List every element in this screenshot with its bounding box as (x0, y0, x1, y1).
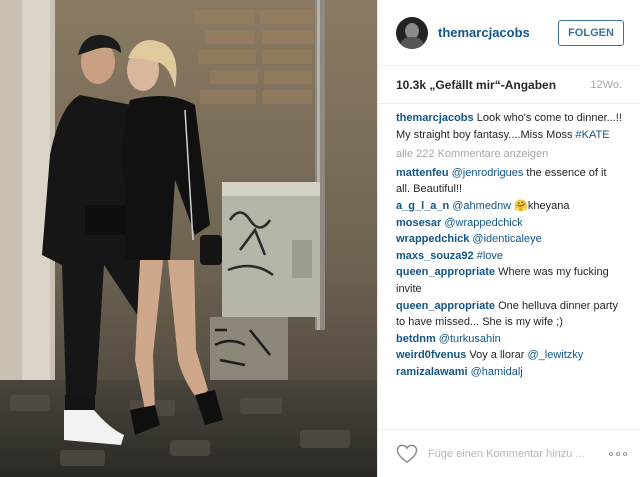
comment-text: Voy a llorar (469, 349, 525, 362)
comment-hashtag[interactable]: #love (477, 250, 503, 262)
post-header: themarcjacobs FOLGEN (378, 0, 640, 66)
comment-mention[interactable]: @ahmednw (452, 200, 511, 212)
comment-mention[interactable]: @jenrodrigues (452, 167, 524, 179)
comment: betdnm @turkusahin (396, 331, 622, 348)
post-age[interactable]: 12Wo. (590, 79, 622, 91)
comment-username[interactable]: a_g_l_a_n (396, 200, 449, 212)
post-details-panel: themarcjacobs FOLGEN 10.3k „Gefällt mir“… (377, 0, 640, 477)
comment: a_g_l_a_n @ahmednw 🤗kheyana (396, 198, 622, 215)
username-link[interactable]: themarcjacobs (438, 25, 558, 40)
more-options-icon[interactable] (609, 451, 627, 456)
follow-button[interactable]: FOLGEN (558, 19, 624, 46)
comments-list: themarcjacobs Look who's come to dinner.… (378, 104, 640, 381)
comment-username[interactable]: queen_appropriate (396, 266, 495, 278)
comment-mention[interactable]: @hamidalj (471, 366, 523, 378)
caption: themarcjacobs Look who's come to dinner.… (396, 110, 622, 143)
comment-text: 🤗kheyana (514, 199, 570, 212)
post-photo[interactable] (0, 0, 377, 477)
comment-mention[interactable]: @wrappedchick (444, 217, 522, 229)
comment: maxs_souza92 #love (396, 248, 622, 265)
likes-count[interactable]: 10.3k „Gefällt mir“-Angaben (396, 78, 590, 92)
comment-mention[interactable]: @_lewitzky (527, 349, 583, 361)
comment-username[interactable]: ramizalawami (396, 366, 468, 378)
comment-username[interactable]: weird0fvenus (396, 349, 466, 361)
comment: queen_appropriate Where was my fucking i… (396, 264, 622, 297)
comment-mention[interactable]: @turkusahin (439, 333, 501, 345)
comment-username[interactable]: betdnm (396, 333, 436, 345)
post-stats: 10.3k „Gefällt mir“-Angaben 12Wo. (378, 66, 640, 104)
comment-input[interactable] (428, 447, 603, 460)
add-comment-bar (378, 429, 640, 477)
comment-mention[interactable]: @identicaleye (472, 233, 541, 245)
view-all-comments-link[interactable]: alle 222 Kommentare anzeigen (396, 146, 622, 163)
comment: weird0fvenus Voy a llorar @_lewitzky (396, 347, 622, 364)
heart-icon[interactable] (396, 444, 418, 464)
comment: wrappedchick @identicaleye (396, 231, 622, 248)
comment-username[interactable]: mattenfeu (396, 167, 449, 179)
comment-username[interactable]: wrappedchick (396, 233, 469, 245)
comment: queen_appropriate One helluva dinner par… (396, 298, 622, 331)
comment-username[interactable]: queen_appropriate (396, 300, 495, 312)
comment: mosesar @wrappedchick (396, 215, 622, 232)
avatar[interactable] (396, 16, 428, 49)
comment-username[interactable]: mosesar (396, 217, 441, 229)
comment-username[interactable]: maxs_souza92 (396, 250, 474, 262)
caption-username[interactable]: themarcjacobs (396, 112, 474, 124)
comment: ramizalawami @hamidalj (396, 364, 622, 381)
comment: mattenfeu @jenrodrigues the essence of i… (396, 165, 622, 198)
caption-hashtag[interactable]: #KATE (576, 129, 610, 141)
post-photo-image (0, 0, 377, 477)
